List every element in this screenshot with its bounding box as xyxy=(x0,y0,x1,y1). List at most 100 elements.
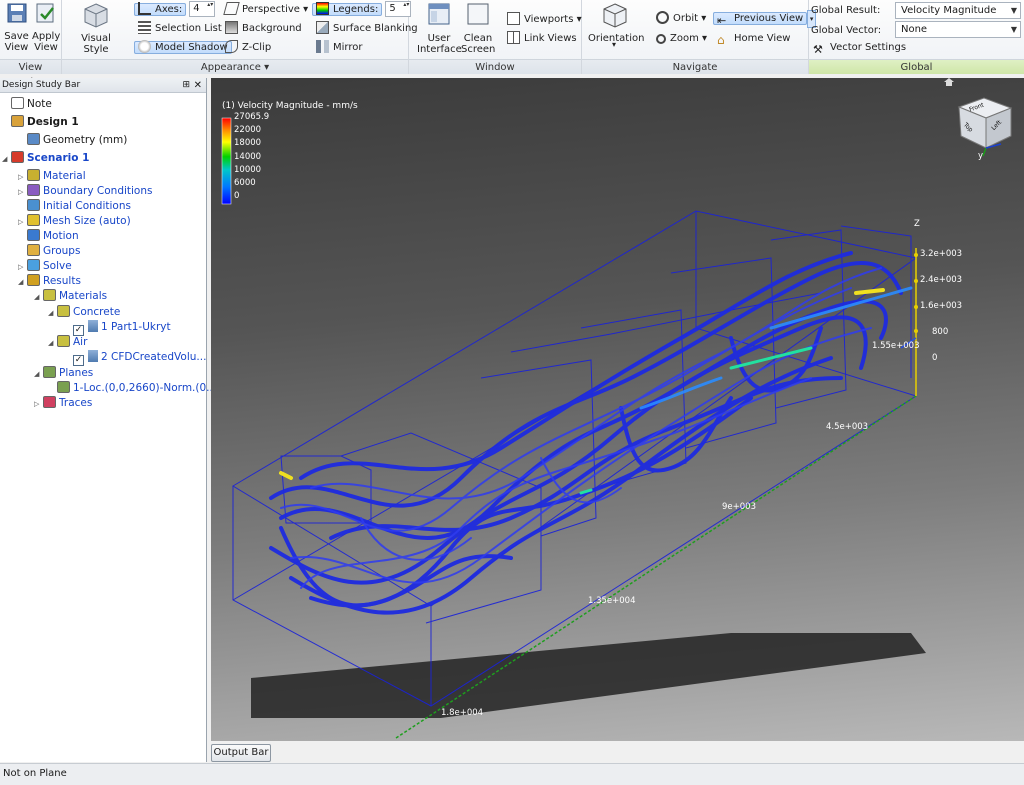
tree-item[interactable]: ◢ Results xyxy=(18,274,81,289)
tree-expander-icon[interactable]: ◢ xyxy=(48,306,57,321)
tree-expander-icon[interactable]: ◢ xyxy=(18,275,27,290)
axes-spinner[interactable]: 4 xyxy=(189,1,216,17)
orbit-icon xyxy=(656,11,669,24)
tree-expander-icon[interactable]: ◢ xyxy=(2,152,11,167)
apply-view-label: Apply View xyxy=(32,31,61,53)
motion-icon xyxy=(27,229,40,241)
background-icon xyxy=(225,21,238,34)
link-views-button[interactable]: Link Views xyxy=(507,30,577,48)
orientation-button[interactable]: Orientation xyxy=(588,2,644,44)
vector-settings-button[interactable]: ⚒ Vector Settings xyxy=(813,39,906,57)
model-wireframe xyxy=(232,210,918,707)
model-shadow xyxy=(251,633,926,718)
previous-view-button[interactable]: ⇤ Previous View ▾ xyxy=(713,10,817,28)
legend-color-bar xyxy=(221,117,232,205)
zoom-label: Zoom ▾ xyxy=(670,33,708,44)
close-icon[interactable]: ✕ xyxy=(194,78,202,93)
ribbon: Save View Apply View View Settings Visua… xyxy=(0,0,1024,88)
tree-item-label: Materials xyxy=(59,290,108,302)
legend-tick-label: 27065.9 xyxy=(234,112,270,122)
tree-item[interactable]: ▷ Material xyxy=(18,169,86,184)
tree-expander-icon[interactable]: ◢ xyxy=(34,290,43,305)
tree-item[interactable]: ▷ Traces xyxy=(34,396,92,411)
pin-icon[interactable]: ⊞ xyxy=(182,78,190,93)
home-view-icon[interactable] xyxy=(944,78,954,86)
tree-item[interactable]: ▷ Boundary Conditions xyxy=(18,184,152,199)
orientation-dropdown-icon[interactable]: ▾ xyxy=(612,40,616,49)
legends-control[interactable]: Legends: 5 xyxy=(312,1,412,19)
z-axis-tick-label: 0 xyxy=(932,353,938,363)
output-bar-button[interactable]: Output Bar xyxy=(211,744,271,762)
z-clip-label: Z-Clip xyxy=(242,42,272,53)
visual-style-button[interactable]: Visual Style xyxy=(68,2,124,55)
tree-item[interactable]: ▷ Solve xyxy=(18,259,72,274)
status-bar: Not on Plane xyxy=(0,763,1024,785)
tree-expander-icon[interactable]: ▷ xyxy=(18,170,27,185)
perspective-button[interactable]: Perspective ▾ xyxy=(223,1,309,19)
tree-item[interactable]: Note xyxy=(2,97,52,112)
appearance-group: Visual Style Axes: 4 Selection List Model… xyxy=(62,0,418,74)
shadow-icon xyxy=(138,40,151,53)
save-view-icon xyxy=(7,3,26,23)
perspective-label: Perspective ▾ xyxy=(242,4,309,15)
mirror-button[interactable]: Mirror xyxy=(316,39,362,57)
global-vector-select[interactable]: None ▼ xyxy=(895,21,1021,38)
visibility-checkbox[interactable]: ✓ xyxy=(73,355,84,366)
navigate-group: Orientation ▾ Orbit ▾ Zoom ▾ ⇤ Previous V… xyxy=(582,0,817,74)
viewports-button[interactable]: Viewports ▾ xyxy=(507,11,582,29)
user-interface-button[interactable]: User Interface xyxy=(417,2,462,55)
graphics-viewport[interactable]: (1) Velocity Magnitude - mm/s 27065.9 220… xyxy=(211,78,1024,741)
tree-item[interactable]: ◢ Scenario 1 xyxy=(2,151,89,166)
tree-item[interactable]: ✓ 2 CFDCreatedVolu... xyxy=(64,350,206,366)
home-view-button[interactable]: ⌂ Home View xyxy=(717,30,790,48)
vector-settings-label: Vector Settings xyxy=(830,42,907,53)
orientation-cube-icon xyxy=(603,3,627,28)
tree-expander-icon[interactable]: ◢ xyxy=(48,336,57,351)
tree-item[interactable]: Groups xyxy=(18,244,80,259)
groups-icon xyxy=(27,244,40,256)
tree-item[interactable]: Geometry (mm) xyxy=(18,133,127,148)
appearance-label[interactable]: Appearance ▾ xyxy=(62,59,408,74)
tree-item-label: Design 1 xyxy=(27,116,79,128)
model-shadow-button[interactable]: Model Shadow xyxy=(134,39,232,57)
tree-item[interactable]: Design 1 xyxy=(2,115,79,130)
tree-expander-icon[interactable]: ▷ xyxy=(18,185,27,200)
tree-item-label: 1 Part1-Ukryt xyxy=(101,321,171,333)
zoom-button[interactable]: Zoom ▾ xyxy=(656,30,707,48)
tree-item[interactable]: ▷ Mesh Size (auto) xyxy=(18,214,131,229)
apply-view-button[interactable]: Apply View xyxy=(32,2,60,53)
tree-item[interactable]: 1-Loc.(0,0,2660)-Norm.(0... xyxy=(48,381,216,396)
tree-expander-icon[interactable]: ▷ xyxy=(34,397,43,412)
tree-item[interactable]: ◢ Planes xyxy=(34,366,93,381)
view-cube[interactable] xyxy=(944,78,1013,157)
z-clip-button[interactable]: Z-Clip xyxy=(225,39,271,57)
axes-control[interactable]: Axes: 4 xyxy=(134,1,216,19)
y-axis-tick: 1.55e+003 xyxy=(872,341,920,351)
clean-screen-button[interactable]: Clean Screen xyxy=(461,2,495,55)
tree-item[interactable]: ✓ 1 Part1-Ukryt xyxy=(64,320,171,336)
z-clip-icon xyxy=(225,40,238,53)
cfd-scene[interactable] xyxy=(211,78,1024,741)
legend-tick-label: 10000 xyxy=(234,164,262,175)
tree-item[interactable]: ◢ Concrete xyxy=(48,305,120,320)
global-label: Global xyxy=(809,59,1024,74)
background-button[interactable]: Background xyxy=(225,20,302,38)
tree-expander-icon[interactable]: ◢ xyxy=(34,367,43,382)
orbit-button[interactable]: Orbit ▾ xyxy=(656,10,706,28)
tree-item[interactable]: Motion xyxy=(18,229,79,244)
tree-expander-icon[interactable]: ▷ xyxy=(18,260,27,275)
panel-title-bar: Design Study Bar ⊞ ✕ xyxy=(0,78,206,93)
selection-list-button[interactable]: Selection List xyxy=(138,20,222,38)
global-result-select[interactable]: Velocity Magnitude ▼ xyxy=(895,2,1021,19)
tree-expander-icon[interactable]: ▷ xyxy=(18,215,27,230)
tree-item[interactable]: ◢ Materials xyxy=(34,289,107,304)
tree-item[interactable]: ◢ Air xyxy=(48,335,87,350)
previous-view-label: Previous View xyxy=(734,13,804,24)
tree-item[interactable]: Initial Conditions xyxy=(18,199,131,214)
legends-spinner[interactable]: 5 xyxy=(385,1,412,17)
air-icon xyxy=(57,335,70,347)
plane-icon xyxy=(57,381,70,393)
save-view-button[interactable]: Save View xyxy=(3,2,30,53)
model-shadow-label: Model Shadow xyxy=(155,42,228,53)
surface-blanking-button[interactable]: Surface Blanking xyxy=(316,20,418,38)
